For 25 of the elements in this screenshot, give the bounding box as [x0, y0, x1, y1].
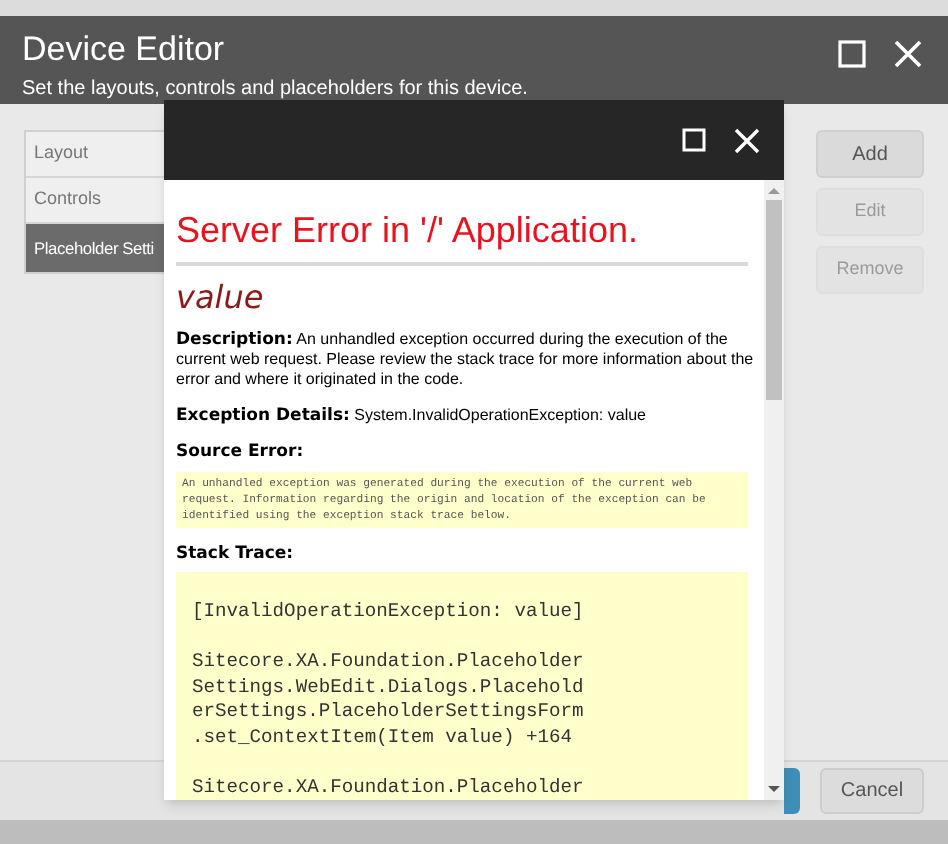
section-heading: Source Error:: [176, 442, 306, 462]
error-message: value: [176, 278, 266, 318]
maximize-icon[interactable]: [682, 128, 706, 152]
exception-details: Exception Details: System.InvalidOperationException: value: [176, 406, 648, 426]
stack-trace-line: Settings.WebEdit.Dialogs.Placehold: [192, 675, 586, 700]
cancel-button[interactable]: Cancel: [820, 768, 924, 814]
scrollbar[interactable]: [764, 180, 784, 800]
maximize-icon[interactable]: [838, 40, 866, 68]
stack-trace-line: .set_ContextItem(Item value) +164: [192, 725, 574, 750]
list-tab[interactable]: Controls: [26, 178, 164, 224]
list-tab[interactable]: Placeholder Setti: [26, 224, 164, 272]
dialog-title: Device Editor: [22, 28, 227, 72]
stack-trace-line: erSettings.PlaceholderSettingsForm: [192, 700, 586, 725]
stack-trace-line: [InvalidOperationException: value]: [192, 600, 586, 625]
scrollbar-thumb[interactable]: [766, 200, 782, 400]
close-icon[interactable]: [734, 127, 760, 153]
stack-trace-line: Sitecore.XA.Foundation.Placeholder: [192, 650, 586, 675]
action-button[interactable]: Add: [816, 130, 924, 178]
section-heading: Stack Trace:: [176, 544, 296, 564]
dialog-subtitle: Set the layouts, controls and placeholders for this device.: [22, 76, 528, 104]
error-heading: Server Error in '/' Application.: [176, 208, 640, 252]
description-text: Description: An unhandled exception occurred during the execution of the current web request. Please review the stack trace for more information about the error and where it originated in the code.: [176, 330, 756, 390]
close-icon[interactable]: [894, 40, 922, 68]
stack-trace-line: Sitecore.XA.Foundation.Placeholder: [192, 775, 586, 800]
list-tab[interactable]: Layout: [26, 132, 164, 178]
